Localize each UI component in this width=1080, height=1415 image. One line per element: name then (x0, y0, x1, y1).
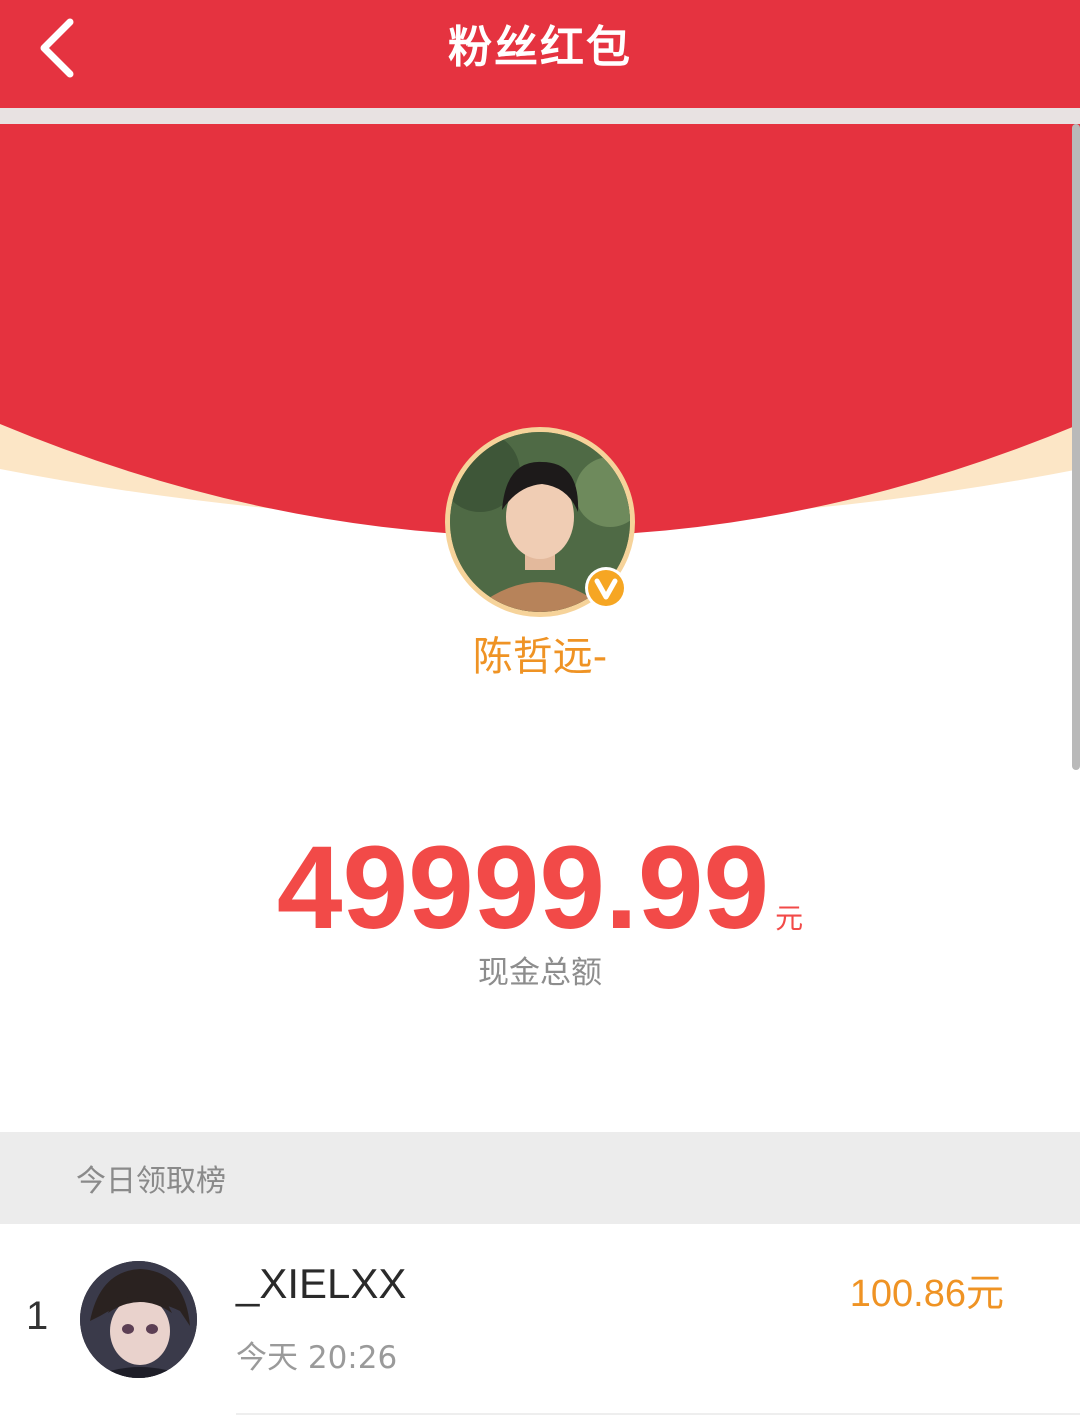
receive-amount: 100.86元 (849, 1273, 1004, 1315)
avatar[interactable] (80, 1261, 197, 1378)
amount-unit: 元 (775, 902, 804, 935)
list-item[interactable]: 1 _XIELXX 今天 20:26 100.86元 (0, 1224, 1080, 1415)
header-divider (0, 108, 1080, 124)
leaderboard-header: 今日领取榜 (0, 1132, 1080, 1224)
receiver-name[interactable]: _XIELXX (236, 1260, 406, 1308)
sender-avatar-wrap (445, 427, 635, 617)
amount-row: 49999.99 元 (0, 820, 1080, 956)
verified-v-badge-icon (584, 566, 628, 610)
total-amount: 49999.99 (276, 822, 770, 954)
rank-number: 1 (26, 1294, 49, 1338)
leaderboard-title: 今日领取榜 (76, 1164, 226, 1199)
receive-time: 今天 20:26 (236, 1340, 398, 1376)
amount-label: 现金总额 (478, 955, 602, 991)
sender-name[interactable]: 陈哲远- (0, 624, 1080, 682)
page-title: 粉丝红包 (448, 22, 632, 73)
top-bar: 粉丝红包 (0, 0, 1080, 108)
